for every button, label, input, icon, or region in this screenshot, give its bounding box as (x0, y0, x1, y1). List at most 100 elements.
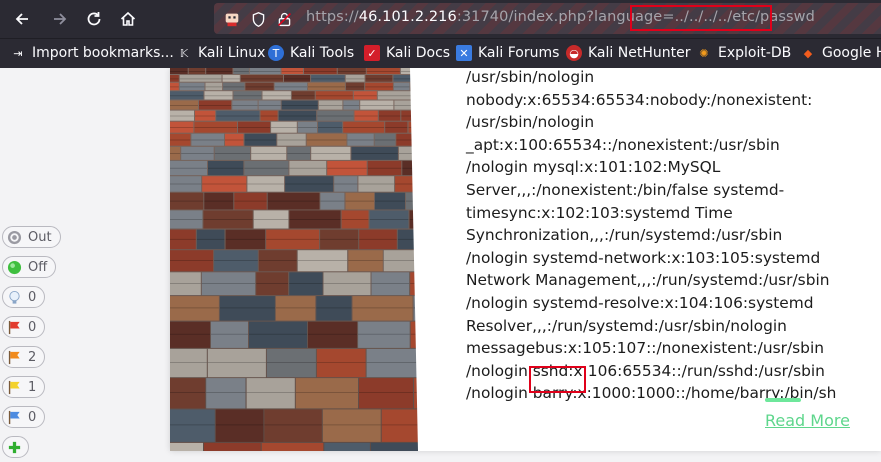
bookmark-kali-forums[interactable]: ✕ Kali Forums (456, 45, 559, 61)
bookmark-google-hacking[interactable]: ◆ Google H (800, 45, 881, 61)
container-block (337, 68, 366, 74)
container-rib (304, 71, 337, 72)
lightbulb-icon (9, 290, 20, 304)
passwd-line: Synchronization,,,:/run/systemd:/usr/sbi… (466, 226, 783, 245)
container-block (261, 442, 324, 451)
container-rib (334, 183, 358, 185)
container-block (360, 100, 394, 110)
container-block (262, 91, 291, 100)
insecure-lock-icon[interactable] (274, 9, 294, 29)
container-rib (291, 95, 315, 97)
container-rib (246, 392, 295, 393)
read-more-accent-bar (765, 398, 801, 402)
container-rib (170, 153, 181, 154)
container-rib (393, 86, 410, 88)
yellow-flag-counter[interactable]: 1 (2, 376, 46, 398)
orange-flag-counter[interactable]: 2 (2, 346, 46, 368)
status-off-toggle[interactable]: Off (2, 256, 57, 278)
passwd-line: Server,,,:/nonexistent:/bin/false system… (466, 180, 785, 199)
container-rib (375, 200, 405, 202)
container-rib (256, 283, 289, 284)
robot-remote-icon[interactable] (222, 9, 242, 29)
bookmark-kali-nethunter[interactable]: ◒ Kali NetHunter (566, 45, 690, 61)
container-block (232, 100, 258, 110)
container-block (366, 68, 400, 74)
container-rib (267, 200, 320, 202)
container-rib (249, 333, 308, 335)
back-button[interactable] (9, 6, 35, 32)
status-out-toggle[interactable]: Out (2, 226, 61, 248)
container-rib (223, 86, 245, 88)
container-block (204, 91, 233, 100)
reload-button[interactable] (81, 6, 107, 32)
forward-button[interactable] (47, 6, 73, 32)
passwd-line: /nologin mysql:x:101:102:MySQL (466, 158, 721, 177)
container-rib (348, 260, 383, 261)
plus-icon (8, 441, 21, 453)
web-page: Out Off 0 0 2 1 0 /usr/sbin/nologin nobo… (0, 68, 881, 462)
container-block (249, 321, 308, 348)
container-rib (365, 86, 393, 88)
container-block (245, 82, 274, 91)
bookmark-kali-tools[interactable]: T Kali Tools (268, 45, 354, 61)
bookmark-import[interactable]: ⇥ Import bookmarks... (10, 45, 173, 61)
container-block (359, 378, 413, 409)
barry-user-highlight-box (529, 366, 586, 393)
passwd-line: _apt:x:100:65534::/nonexistent:/usr/sbin (466, 135, 780, 154)
container-rib (170, 219, 203, 220)
container-block (345, 75, 365, 82)
payload-highlight-box (630, 5, 772, 31)
read-more-link[interactable]: Read More (765, 411, 850, 430)
url-bar[interactable]: https://46.101.2.216:31740/index.php?lan… (214, 3, 881, 34)
container-block (170, 75, 179, 82)
passwd-line: /nologin sshd:x:106:65534::/run/sshd:/us… (466, 361, 825, 380)
container-rib (266, 238, 320, 240)
red-flag-counter[interactable]: 0 (2, 316, 46, 338)
bookmark-label: Exploit-DB (718, 45, 792, 61)
container-rib (287, 153, 311, 154)
bookmark-kali-docs[interactable]: ✓ Kali Docs (364, 45, 450, 61)
container-block (170, 378, 206, 409)
container-rib (244, 167, 289, 169)
container-block (308, 82, 345, 91)
container-block (170, 321, 210, 348)
kali-dragon-icon: 𝕂 (179, 46, 189, 60)
home-icon (120, 11, 136, 26)
container-rib (371, 283, 410, 284)
container-block (353, 91, 377, 100)
url-host: 46.101.2.216 (358, 9, 457, 25)
container-rib (170, 238, 196, 240)
container-rib (295, 392, 358, 393)
container-rib (320, 238, 359, 240)
container-rib (266, 362, 316, 363)
lightbulb-counter[interactable]: 0 (2, 286, 46, 308)
container-rib (394, 105, 413, 106)
container-rib (274, 86, 307, 88)
home-button[interactable] (115, 6, 141, 32)
add-button[interactable] (2, 436, 29, 458)
shield-icon[interactable] (248, 9, 268, 29)
container-rib (258, 260, 297, 261)
container-block (170, 296, 219, 321)
container-rib (284, 78, 311, 80)
container-rib (369, 219, 409, 220)
container-block (215, 409, 264, 442)
import-icon: ⇥ (13, 46, 23, 60)
container-block (358, 321, 410, 348)
container-block (308, 321, 358, 348)
container-rib (170, 307, 219, 309)
passwd-line: /usr/sbin/nologin (466, 68, 595, 86)
container-rib (374, 139, 396, 141)
container-rib (222, 78, 240, 80)
bookmark-exploit-db[interactable]: ✺ Exploit-DB (696, 45, 791, 61)
container-rib (240, 78, 283, 80)
container-block (284, 75, 311, 82)
bookmark-kali-linux[interactable]: 𝕂 Kali Linux (176, 45, 266, 61)
container-rib (188, 71, 206, 72)
container-block (233, 68, 249, 74)
container-rib (170, 183, 202, 185)
back-arrow-icon (15, 13, 28, 25)
container-rib (247, 183, 285, 185)
container-rib (281, 71, 303, 72)
blue-flag-counter[interactable]: 0 (2, 406, 46, 428)
